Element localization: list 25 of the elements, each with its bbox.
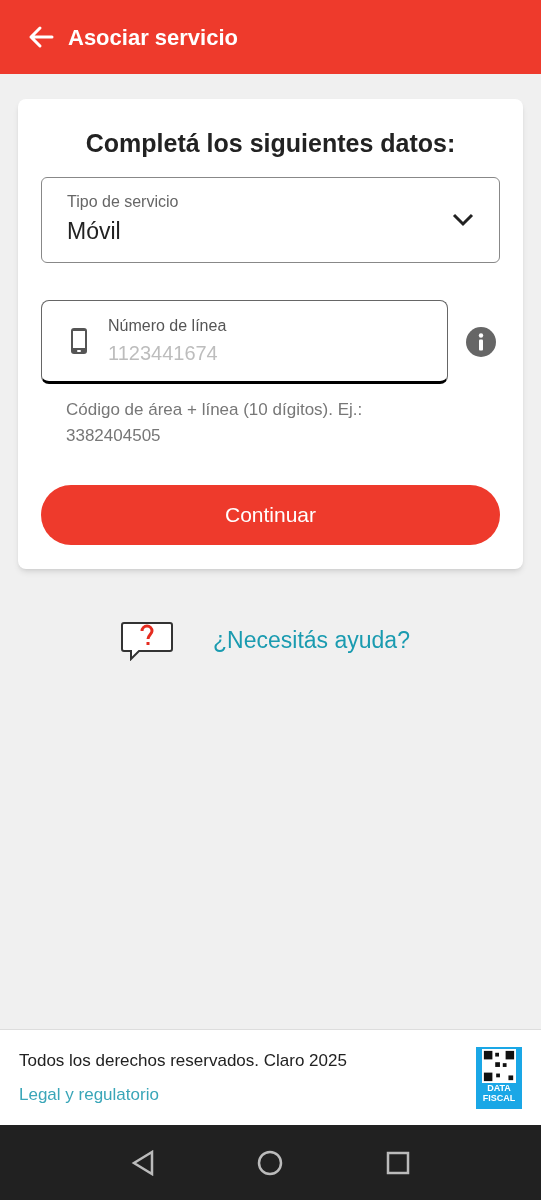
legal-link[interactable]: Legal y regulatorio — [19, 1081, 476, 1107]
help-link[interactable]: ¿Necesitás ayuda? — [213, 623, 410, 658]
chevron-down-icon — [452, 212, 474, 227]
copyright-text: Todos los derechos reservados. Claro 2025 — [19, 1050, 348, 1072]
phone-icon — [70, 326, 88, 355]
qr-code-icon — [482, 1048, 516, 1083]
field-hint: Código de área + línea (10 dígitos). Ej.: 3382404505 — [65, 398, 364, 447]
service-type-select[interactable]: Tipo de servicio Móvil — [41, 176, 500, 263]
data-fiscal-logo[interactable]: DATA FISCAL — [476, 1046, 522, 1109]
help-question-bubble-icon — [121, 620, 174, 661]
back-icon[interactable] — [131, 1149, 156, 1176]
home-icon[interactable] — [257, 1149, 284, 1176]
field-label: Número de línea — [108, 315, 228, 336]
screen-title: Asociar servicio — [68, 23, 238, 52]
info-icon[interactable] — [466, 326, 496, 357]
field-label: Tipo de servicio — [67, 192, 180, 213]
field-value: Móvil — [67, 217, 122, 247]
line-number-field[interactable]: Número de línea 1123441674 — [41, 299, 448, 384]
logo-text: FISCAL — [482, 1092, 516, 1103]
continue-button[interactable]: Continuar — [41, 484, 500, 545]
line-number-input[interactable]: 1123441674 — [108, 337, 419, 368]
recents-icon[interactable] — [385, 1150, 410, 1175]
form-heading: Completá los siguientes datos: — [84, 128, 457, 159]
back-arrow-icon[interactable] — [28, 25, 54, 49]
logo-text: DATA — [487, 1082, 511, 1093]
